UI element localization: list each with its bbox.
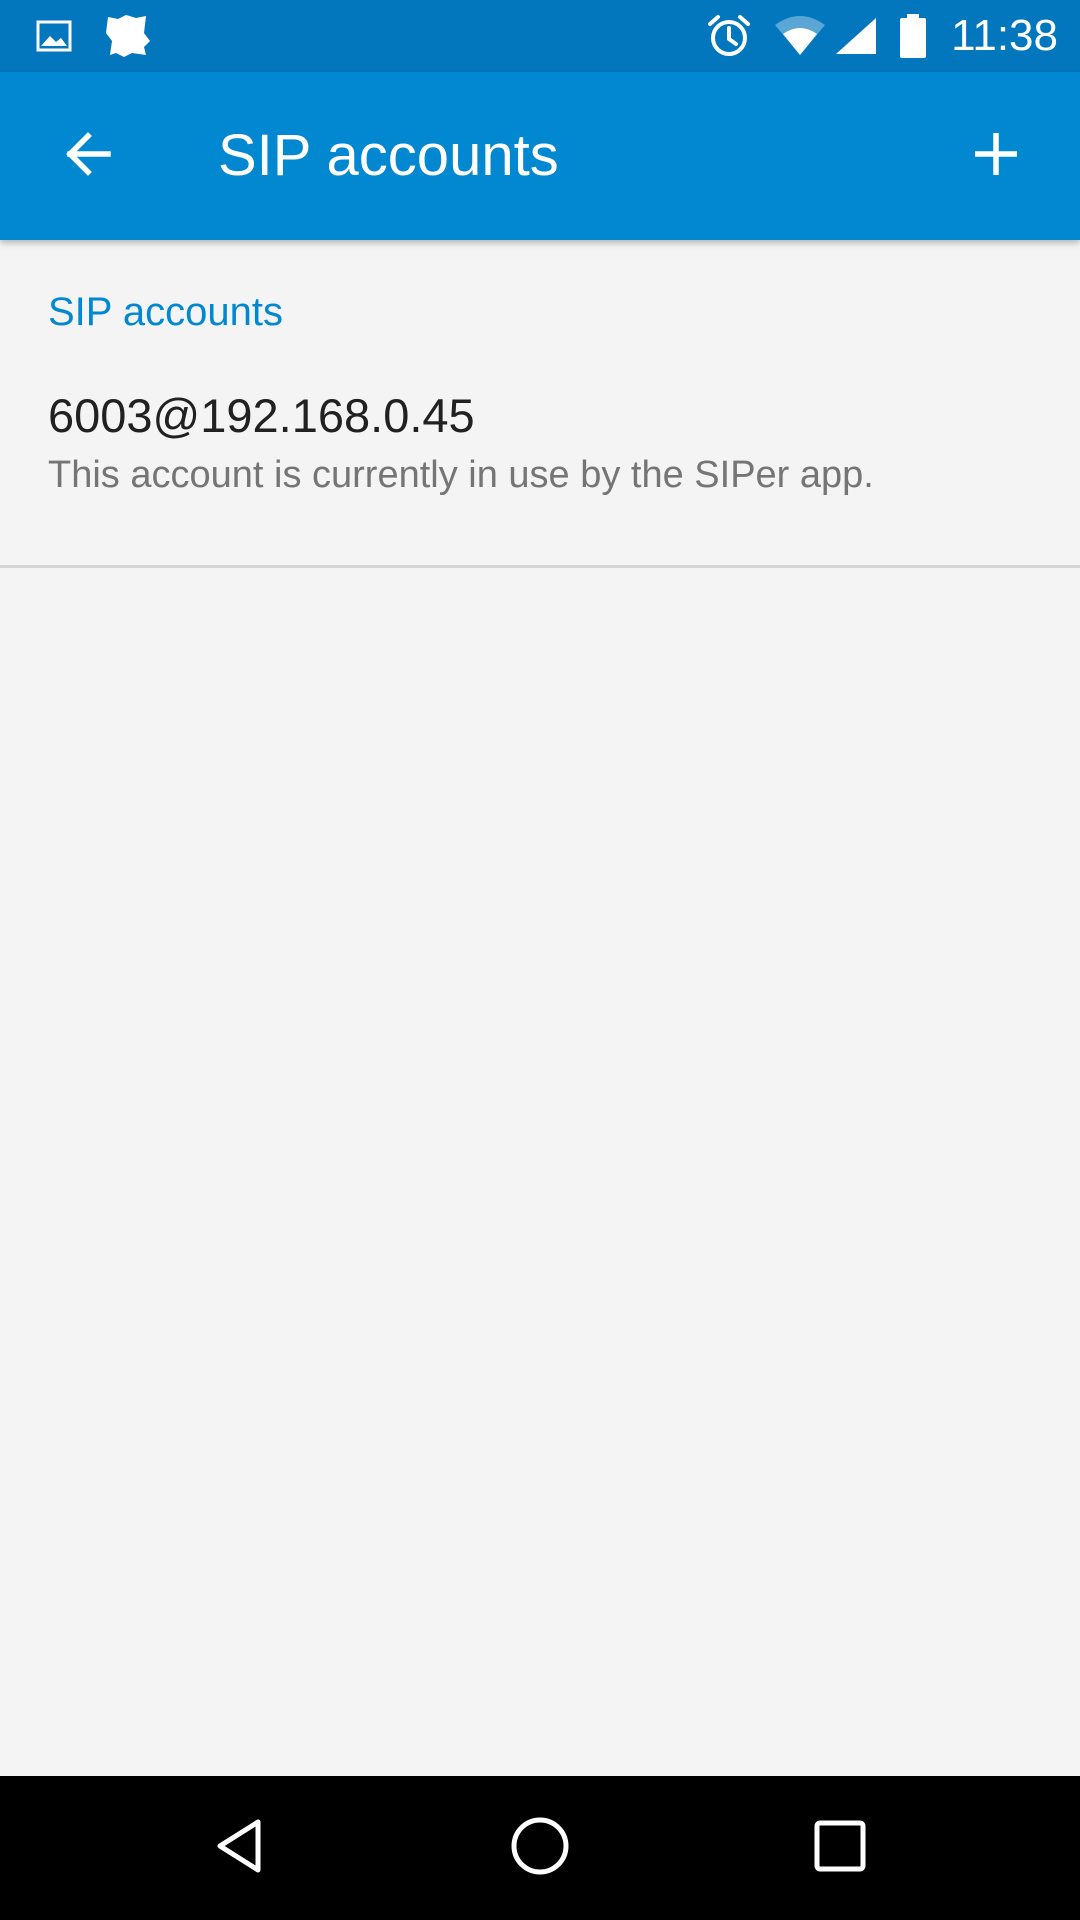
nav-recents-button[interactable] (760, 1776, 920, 1920)
navigation-bar (0, 1776, 1080, 1920)
alarm-icon (704, 0, 754, 72)
nav-home-button[interactable] (460, 1776, 620, 1920)
account-title: 6003@192.168.0.45 (48, 389, 475, 442)
account-summary: This account is currently in use by the … (48, 454, 874, 496)
app-bar: SIP accounts (0, 72, 1080, 240)
nav-back-button[interactable] (160, 1776, 320, 1920)
image-icon (34, 0, 74, 72)
home-circle-icon (509, 1815, 571, 1882)
battery-icon (896, 0, 930, 72)
recents-square-icon (812, 1818, 868, 1879)
screen: 11:38 SIP accounts SIP accounts 6003@192… (0, 0, 1080, 1920)
page-title: SIP accounts (218, 123, 559, 188)
status-time: 11:38 (951, 11, 1058, 60)
cellular-signal-icon (832, 0, 880, 72)
divider (0, 565, 1080, 568)
status-bar: 11:38 (0, 0, 1080, 72)
add-account-button[interactable] (948, 108, 1044, 204)
add-icon (971, 129, 1021, 184)
wifi-icon (772, 0, 828, 72)
notification-app-icon (100, 0, 154, 72)
back-triangle-icon (210, 1816, 270, 1881)
arrow-back-icon (60, 126, 116, 187)
back-button[interactable] (40, 108, 136, 204)
section-header: SIP accounts (48, 290, 283, 334)
preferences-list: SIP accounts 6003@192.168.0.45 This acco… (0, 240, 1080, 1776)
list-item-account[interactable]: 6003@192.168.0.45 This account is curren… (0, 388, 1080, 566)
